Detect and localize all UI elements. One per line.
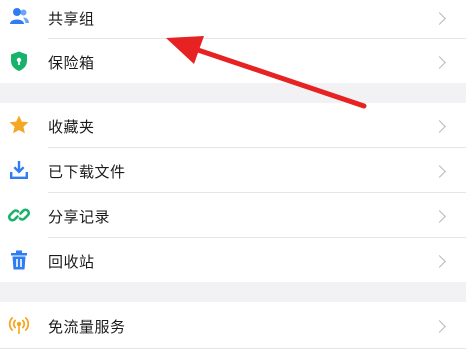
annotation-arrow (166, 36, 367, 109)
